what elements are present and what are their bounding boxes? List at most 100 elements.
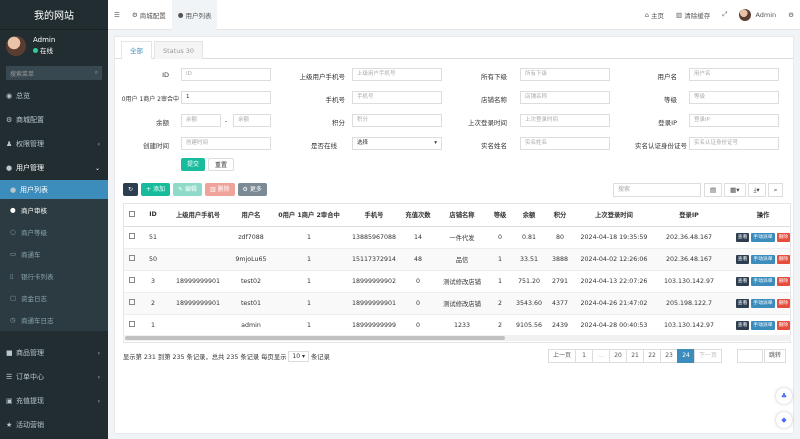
col-login-ip[interactable]: 登录IP <box>656 204 722 227</box>
sidebar-item-goods[interactable]: ■ 商品管理 ‹ <box>0 341 108 365</box>
manual-dispatch-button[interactable]: 手动派单 <box>751 320 775 330</box>
row-checkbox[interactable] <box>129 233 135 239</box>
view-button[interactable]: 查看 <box>735 232 750 242</box>
table-row[interactable]: 2 18999999901 test01 1 18999999901 0 测试修… <box>124 292 790 315</box>
view-button[interactable]: 查看 <box>735 298 750 308</box>
sidebar-item-recharge[interactable]: ▣ 充值提现 ‹ <box>0 389 108 413</box>
columns-button[interactable]: ▦▾ <box>724 183 746 197</box>
page-jump-input[interactable] <box>737 349 763 363</box>
table-row[interactable]: 3 18999999901 test02 1 18999999902 0 测试修… <box>124 270 790 293</box>
fullscreen-button[interactable]: ⤢ <box>716 0 733 30</box>
table-row[interactable]: 51 zdf7088 1 13885967088 14 一件代发 0 0.81 … <box>124 226 790 249</box>
sidebar-search-input[interactable]: 搜索菜单 <box>10 69 34 78</box>
manual-dispatch-button[interactable]: 手动派单 <box>751 298 775 308</box>
row-delete-button[interactable]: 删除 <box>776 320 790 330</box>
sidebar-item-shop-config[interactable]: ⚙ 商城配置 <box>0 108 108 132</box>
add-button[interactable]: + 添加 <box>141 183 170 196</box>
hamburger-icon[interactable]: ☰ <box>114 11 120 19</box>
all-sub-input[interactable]: 所有下级 <box>520 68 610 81</box>
sidebar-item-express-log[interactable]: ◷ 商通车日志 <box>0 309 108 331</box>
idcard-input[interactable]: 实名认证身份证号 <box>689 137 779 150</box>
toggle-view-button[interactable]: ▤ <box>704 183 723 197</box>
view-button[interactable]: 查看 <box>735 254 750 264</box>
home-link[interactable]: ⌂ 主页 <box>639 0 670 30</box>
row-checkbox[interactable] <box>129 255 135 261</box>
scrollbar-thumb[interactable] <box>125 336 505 340</box>
shop-input[interactable]: 店铺名称 <box>520 91 610 104</box>
manual-dispatch-button[interactable]: 手动派单 <box>751 232 775 242</box>
refresh-button[interactable]: ↻ <box>123 183 139 196</box>
reset-button[interactable]: 重置 <box>208 158 235 171</box>
row-delete-button[interactable]: 删除 <box>776 298 790 308</box>
tab-user-list[interactable]: ● 用户列表 <box>171 0 218 30</box>
sidebar-item-orders[interactable]: ☰ 订单中心 ‹ <box>0 365 108 389</box>
expand-icon[interactable]: ⤢ <box>722 10 727 19</box>
page-button[interactable]: 20 <box>609 349 628 363</box>
export-button[interactable]: ⤓▾ <box>747 183 766 197</box>
view-button[interactable]: 查看 <box>735 320 750 330</box>
sidebar-item-permissions[interactable]: ♟ 权限管理 ‹ <box>0 132 108 156</box>
row-checkbox[interactable] <box>129 299 135 305</box>
settings-button[interactable]: ⚙ <box>782 0 800 30</box>
col-points[interactable]: 积分 <box>548 204 572 227</box>
gears-icon[interactable]: ⚙ <box>788 11 794 19</box>
realname-input[interactable]: 实名姓名 <box>520 137 610 150</box>
sidebar-item-merchant-review[interactable]: ● 商户审核 <box>0 199 108 221</box>
parent-phone-input[interactable]: 上级用户手机号 <box>352 68 442 81</box>
sidebar-item-user-list[interactable]: ● 用户列表 <box>0 180 108 199</box>
online-select[interactable]: 选择 ▾ <box>352 137 442 150</box>
notification-bell-icon[interactable]: ♣ <box>776 388 792 404</box>
table-row[interactable]: 1 admin 1 18999999999 0 1233 2 9105.56 2… <box>124 314 790 337</box>
row-delete-button[interactable]: 删除 <box>776 232 790 242</box>
table-row[interactable]: 50 9mjoLu65 1 15117372914 48 品信 1 33.51 … <box>124 248 790 271</box>
login-ip-input[interactable]: 登录IP <box>689 114 779 127</box>
sidebar-item-bank-cards[interactable]: ▯ 银行卡列表 <box>0 265 108 287</box>
sidebar-item-overview[interactable]: ◉ 总览 <box>0 84 108 108</box>
tab-status-30[interactable]: Status 30 <box>154 41 204 59</box>
created-input[interactable]: 创建时间 <box>181 137 271 150</box>
search-icon[interactable]: ⌕ <box>95 69 98 77</box>
points-input[interactable]: 积分 <box>352 114 442 127</box>
tab-all[interactable]: 全部 <box>121 41 152 59</box>
prev-page-button[interactable]: 上一页 <box>548 349 577 363</box>
more-button[interactable]: ⚙ 更多 <box>237 183 267 196</box>
col-recharge[interactable]: 充值次数 <box>402 204 434 227</box>
tab-shop-config[interactable]: ⚙ 商城配置 <box>126 0 172 30</box>
clear-cache-button[interactable]: ▥ 清除缓存 <box>670 0 716 30</box>
col-shop[interactable]: 店铺名称 <box>434 204 490 227</box>
sidebar-search[interactable]: 搜索菜单 ⌕ <box>6 66 102 80</box>
select-all-checkbox[interactable] <box>129 210 135 217</box>
manual-dispatch-button[interactable]: 手动派单 <box>751 276 775 286</box>
current-page-button[interactable]: 24 <box>677 349 696 363</box>
next-page-button[interactable]: 下一页 <box>694 349 723 363</box>
user-menu[interactable]: Admin <box>733 0 782 30</box>
page-button[interactable]: 1 <box>575 349 594 363</box>
row-checkbox[interactable] <box>129 321 135 327</box>
submit-button[interactable]: 提交 <box>181 158 206 171</box>
balance-min-input[interactable]: 余额 <box>181 114 221 127</box>
col-last-login[interactable]: 上次登录时间 <box>572 204 656 227</box>
col-username[interactable]: 用户名 <box>230 204 272 227</box>
balance-max-input[interactable]: 余额 <box>233 114 271 127</box>
sidebar-item-merchant-level[interactable]: ○ 商户等级 <box>0 221 108 243</box>
table-scrollbar[interactable] <box>123 335 791 341</box>
sidebar-item-marketing[interactable]: ★ 活动营销 <box>0 413 108 437</box>
edit-button[interactable]: ✎ 编辑 <box>172 183 202 196</box>
site-logo[interactable]: 我的网站 <box>0 0 108 30</box>
level-input[interactable]: 等级 <box>689 91 779 104</box>
manual-dispatch-button[interactable]: 手动派单 <box>751 254 775 264</box>
col-parent-phone[interactable]: 上级用户手机号 <box>166 204 230 227</box>
menu-toggle[interactable]: ☰ <box>108 0 126 30</box>
row-delete-button[interactable]: 删除 <box>776 254 790 264</box>
page-button[interactable]: 23 <box>660 349 679 363</box>
sidebar-item-fund-log[interactable]: ▢ 资金日志 <box>0 287 108 309</box>
page-jump-button[interactable]: 跳转 <box>764 349 787 363</box>
username-input[interactable]: 用户名 <box>689 68 779 81</box>
col-phone[interactable]: 手机号 <box>346 204 402 227</box>
advanced-search-button[interactable]: ⌕ <box>767 183 784 197</box>
col-balance[interactable]: 余额 <box>510 204 548 227</box>
last-login-input[interactable]: 上次登录时间 <box>520 114 610 127</box>
row-delete-button[interactable]: 删除 <box>776 276 790 286</box>
type-input[interactable]: 1 <box>181 91 271 104</box>
customer-service-icon[interactable]: ◆ <box>776 412 792 428</box>
